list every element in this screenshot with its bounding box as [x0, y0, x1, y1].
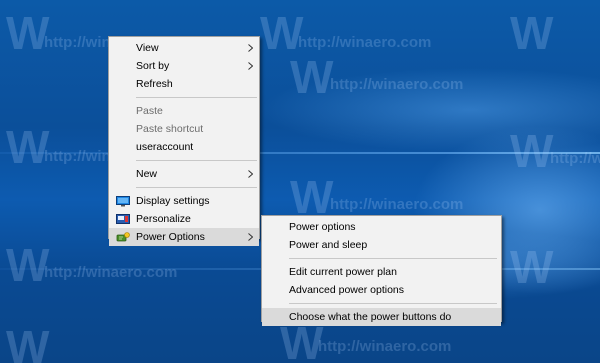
submenu-item-label: Power and sleep	[289, 239, 368, 251]
menu-item-label: Paste shortcut	[136, 123, 204, 135]
submenu-item-edit-current-power-plan[interactable]: Edit current power plan	[262, 263, 501, 281]
menu-item-useraccount[interactable]: useraccount	[109, 138, 259, 156]
menu-item-refresh[interactable]: Refresh	[109, 75, 259, 93]
watermark-logo: W	[6, 239, 50, 291]
power-options-submenu: Power options Power and sleep Edit curre…	[261, 215, 502, 326]
watermark-logo: W	[6, 121, 50, 173]
watermark-logo: W	[6, 7, 50, 59]
menu-item-label: Power Options	[136, 231, 205, 243]
menu-item-label: useraccount	[136, 141, 194, 153]
display-icon	[116, 196, 130, 207]
watermark-text: http://winaero.com	[318, 338, 452, 355]
submenu-item-label: Advanced power options	[289, 284, 404, 296]
watermark-text: http://winaero.com	[44, 264, 178, 281]
menu-item-display-settings[interactable]: Display settings	[109, 192, 259, 210]
menu-item-view[interactable]: View	[109, 39, 259, 57]
power-options-icon	[116, 232, 130, 242]
chevron-right-icon	[248, 62, 253, 70]
watermark-logo: W	[510, 125, 554, 177]
menu-item-label: View	[136, 42, 159, 54]
watermark-logo: W	[290, 51, 334, 103]
watermark-text: http://winaero.com	[298, 34, 432, 51]
menu-item-label: New	[136, 168, 158, 180]
menu-separator	[136, 187, 257, 188]
submenu-item-label: Power options	[289, 221, 356, 233]
submenu-item-label: Edit current power plan	[289, 266, 397, 278]
submenu-item-power-options[interactable]: Power options	[262, 218, 501, 236]
personalize-icon	[116, 214, 130, 224]
menu-item-personalize[interactable]: Personalize	[109, 210, 259, 228]
menu-separator	[289, 303, 497, 304]
watermark-text: http://winaero.com	[330, 76, 464, 93]
menu-item-label: Display settings	[136, 195, 210, 207]
submenu-item-choose-power-buttons[interactable]: Choose what the power buttons do	[262, 308, 501, 326]
submenu-item-power-and-sleep[interactable]: Power and sleep	[262, 236, 501, 254]
menu-item-paste[interactable]: Paste	[109, 102, 259, 120]
watermark-text: http://winaero.com	[550, 150, 600, 167]
menu-separator	[136, 160, 257, 161]
menu-separator	[289, 258, 497, 259]
watermark-logo: W	[510, 241, 554, 293]
menu-item-sort-by[interactable]: Sort by	[109, 57, 259, 75]
menu-item-label: Refresh	[136, 78, 173, 90]
submenu-item-label: Choose what the power buttons do	[289, 311, 452, 323]
chevron-right-icon	[248, 44, 253, 52]
menu-item-label: Personalize	[136, 213, 191, 225]
menu-item-new[interactable]: New	[109, 165, 259, 183]
menu-item-label: Sort by	[136, 60, 170, 72]
desktop-context-menu: View Sort by Refresh Paste Paste shortcu…	[108, 36, 260, 246]
watermark-text: http://winaero.com	[330, 196, 464, 213]
watermark-logo: W	[6, 321, 50, 363]
menu-item-paste-shortcut[interactable]: Paste shortcut	[109, 120, 259, 138]
watermark-logo: W	[510, 7, 554, 59]
menu-item-label: Paste	[136, 105, 163, 117]
menu-separator	[136, 97, 257, 98]
chevron-right-icon	[248, 233, 253, 241]
chevron-right-icon	[248, 170, 253, 178]
menu-item-power-options[interactable]: Power Options	[109, 228, 259, 246]
submenu-item-advanced-power-options[interactable]: Advanced power options	[262, 281, 501, 299]
